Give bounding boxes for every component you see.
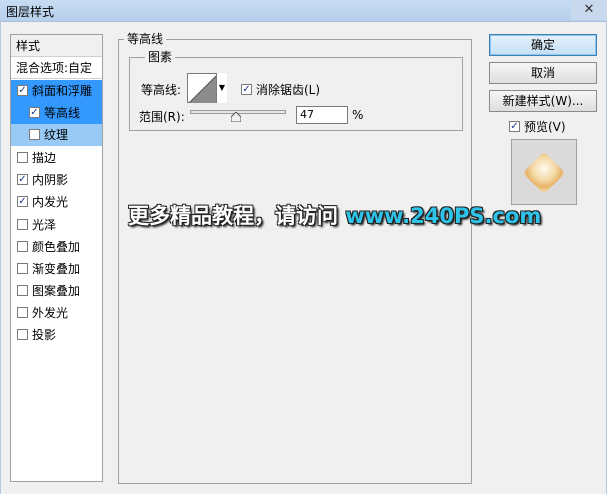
style-item-bevel-emboss[interactable]: 斜面和浮雕	[11, 80, 102, 102]
contour-group-title: 等高线	[124, 32, 167, 46]
style-item-contour[interactable]: 等高线	[11, 102, 102, 124]
style-item-label: 图案叠加	[32, 284, 81, 298]
elements-group-title: 图素	[145, 50, 176, 64]
style-item-label: 渐变叠加	[32, 262, 81, 276]
close-button[interactable]: ✕	[571, 0, 607, 20]
style-item-label: 内阴影	[32, 173, 69, 187]
style-list-header[interactable]: 样式	[11, 35, 102, 57]
color-overlay-checkbox[interactable]	[17, 241, 28, 252]
style-item-color-overlay[interactable]: 颜色叠加	[11, 236, 102, 258]
style-item-label: 纹理	[44, 128, 69, 142]
style-item-gradient-overlay[interactable]: 渐变叠加	[11, 258, 102, 280]
style-list: 样式 混合选项:自定 斜面和浮雕 等高线 纹理 描边 内阴影 内发光 光泽 颜色…	[10, 34, 103, 482]
title-bar: 图层样式 ✕	[0, 0, 607, 22]
contour-linear-icon	[189, 75, 217, 103]
gradient-overlay-checkbox[interactable]	[17, 263, 28, 274]
style-item-label: 内发光	[32, 195, 69, 209]
stroke-checkbox[interactable]	[17, 152, 28, 163]
style-item-label: 颜色叠加	[32, 240, 81, 254]
outer-glow-checkbox[interactable]	[17, 307, 28, 318]
range-input[interactable]: 47	[296, 106, 348, 124]
new-style-button[interactable]: 新建样式(W)...	[489, 90, 597, 112]
watermark-text: 更多精品教程，请访问	[128, 204, 346, 228]
antialias-label: 消除锯齿(L)	[256, 83, 321, 97]
style-preview	[511, 139, 577, 205]
window-title: 图层样式	[6, 5, 55, 19]
ok-button[interactable]: 确定	[489, 34, 597, 56]
range-slider-thumb[interactable]	[231, 112, 241, 122]
style-item-drop-shadow[interactable]: 投影	[11, 324, 102, 346]
style-item-inner-shadow[interactable]: 内阴影	[11, 169, 102, 191]
style-item-outer-glow[interactable]: 外发光	[11, 302, 102, 324]
texture-checkbox[interactable]	[29, 129, 40, 140]
preview-swatch	[522, 151, 566, 195]
style-item-label: 描边	[32, 151, 57, 165]
range-label: 范围(R):	[139, 110, 185, 124]
style-item-label: 投影	[32, 328, 57, 342]
style-item-label: 斜面和浮雕	[32, 84, 93, 98]
contour-checkbox[interactable]	[29, 107, 40, 118]
drop-shadow-checkbox[interactable]	[17, 329, 28, 340]
style-item-label: 等高线	[44, 106, 81, 120]
pattern-overlay-checkbox[interactable]	[17, 285, 28, 296]
satin-checkbox[interactable]	[17, 219, 28, 230]
watermark: 更多精品教程，请访问 www.240PS.com	[128, 200, 541, 230]
watermark-url: www.240PS.com	[345, 204, 542, 228]
contour-dropdown-arrow[interactable]: ▼	[216, 73, 227, 103]
preview-label: 预览(V)	[524, 120, 566, 134]
style-item-label: 光泽	[32, 218, 57, 232]
inner-shadow-checkbox[interactable]	[17, 174, 28, 185]
bevel-emboss-checkbox[interactable]	[17, 85, 28, 96]
style-item-texture[interactable]: 纹理	[11, 124, 102, 146]
inner-glow-checkbox[interactable]	[17, 196, 28, 207]
style-item-inner-glow[interactable]: 内发光	[11, 191, 102, 213]
style-item-satin[interactable]: 光泽	[11, 214, 102, 236]
contour-label: 等高线:	[141, 83, 182, 97]
style-item-pattern-overlay[interactable]: 图案叠加	[11, 280, 102, 302]
style-item-stroke[interactable]: 描边	[11, 147, 102, 169]
preview-checkbox[interactable]	[509, 121, 520, 132]
style-item-label: 外发光	[32, 306, 69, 320]
cancel-button[interactable]: 取消	[489, 62, 597, 84]
antialias-checkbox[interactable]	[241, 84, 252, 95]
range-unit: %	[352, 108, 364, 122]
blending-options-item[interactable]: 混合选项:自定	[11, 57, 102, 79]
preview-option[interactable]: 预览(V)	[509, 118, 566, 135]
antialias-option[interactable]: 消除锯齿(L)	[241, 81, 320, 98]
